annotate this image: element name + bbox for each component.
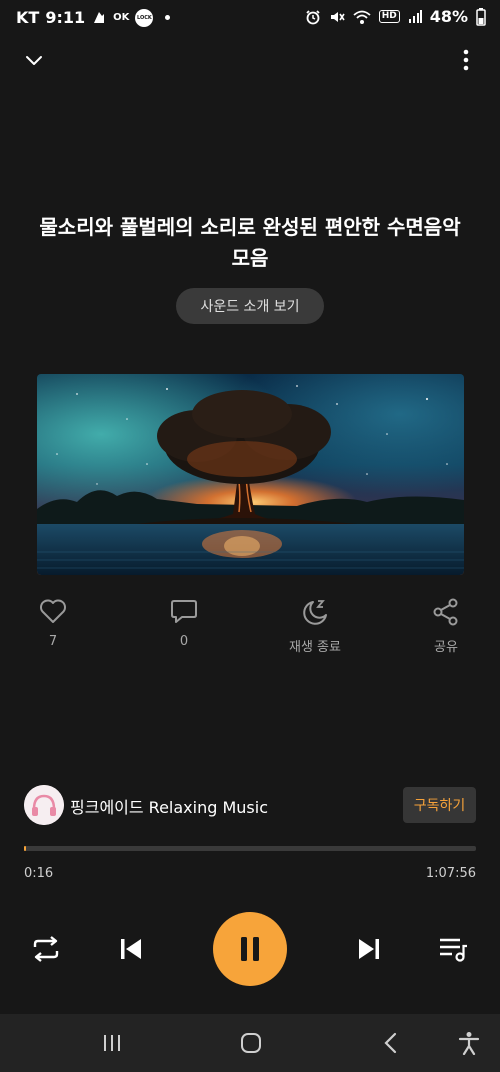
- like-button[interactable]: 7: [13, 598, 93, 649]
- album-artwork: [37, 374, 464, 575]
- collapse-button[interactable]: [18, 44, 50, 76]
- more-notifications-dot: [165, 15, 171, 20]
- alarm-icon: [306, 9, 320, 24]
- clock: 9:11: [45, 8, 86, 27]
- sleep-timer-button[interactable]: 재생 종료: [275, 598, 355, 655]
- pause-icon: [241, 937, 259, 961]
- playback-controls: [0, 912, 500, 986]
- playlist-icon: [440, 938, 467, 962]
- heart-icon: [40, 599, 66, 623]
- notification-app-icon: [94, 11, 105, 23]
- more-vertical-icon: [463, 49, 469, 71]
- subscribe-button[interactable]: 구독하기: [403, 787, 476, 823]
- sleep-timer-icon: [303, 600, 327, 625]
- accessibility-icon: [458, 1032, 480, 1055]
- sound-intro-button[interactable]: 사운드 소개 보기: [176, 288, 324, 324]
- share-button[interactable]: 공유: [406, 598, 486, 655]
- hd-voice-badge: HD: [378, 10, 400, 23]
- seek-bar-fill: [24, 846, 26, 851]
- back-icon: [384, 1032, 397, 1054]
- next-icon: [359, 939, 379, 959]
- status-bar: KT 9:11 OK LOCK HD 48%: [0, 0, 500, 36]
- status-left: KT 9:11 OK LOCK: [16, 8, 171, 27]
- battery-icon: [476, 7, 486, 26]
- lock-badge-icon: LOCK: [135, 8, 154, 27]
- comment-count: 0: [179, 634, 189, 649]
- recent-apps-button[interactable]: [95, 1028, 129, 1058]
- more-options-button[interactable]: [450, 44, 482, 76]
- ok-badge: OK: [113, 12, 130, 23]
- total-time: 1:07:56: [425, 866, 476, 881]
- carrier-label: KT: [16, 8, 40, 27]
- seek-bar[interactable]: [24, 846, 476, 851]
- chevron-down-icon: [26, 56, 42, 65]
- recent-apps-icon: [104, 1035, 120, 1051]
- next-button[interactable]: [351, 931, 387, 967]
- lock-badge-label: LOCK: [136, 14, 152, 21]
- tree-night-sky-image: [37, 374, 464, 575]
- comment-button[interactable]: 0: [144, 598, 224, 649]
- previous-icon: [121, 939, 141, 959]
- top-bar: [0, 40, 500, 80]
- home-icon: [241, 1033, 261, 1053]
- pause-button[interactable]: [213, 912, 287, 986]
- repeat-icon: [33, 936, 59, 962]
- system-navigation-bar: [0, 1014, 500, 1072]
- channel-name[interactable]: 핑크에이드 Relaxing Music: [70, 794, 268, 818]
- current-time: 0:16: [24, 866, 54, 881]
- track-title: 물소리와 풀벌레의 소리로 완성된 편안한 수면음악 모음: [39, 215, 461, 270]
- action-row: 7 0 재생 종료 공유: [0, 598, 500, 668]
- share-label: 공유: [434, 640, 458, 655]
- share-icon: [433, 598, 458, 626]
- channel-row: 핑크에이드 Relaxing Music 구독하기: [24, 785, 476, 825]
- like-count: 7: [48, 634, 58, 649]
- signal-icon: [408, 9, 422, 23]
- battery-percent: 48%: [429, 7, 468, 26]
- mute-icon: [330, 11, 345, 22]
- headphones-logo-icon: [24, 785, 64, 825]
- channel-avatar[interactable]: [24, 785, 64, 825]
- accessibility-button[interactable]: [452, 1028, 486, 1058]
- sleep-timer-label: 재생 종료: [289, 640, 341, 655]
- playlist-button[interactable]: [435, 931, 471, 967]
- previous-button[interactable]: [113, 931, 149, 967]
- wifi-icon: [353, 10, 371, 24]
- back-button[interactable]: [374, 1028, 408, 1058]
- repeat-button[interactable]: [28, 931, 64, 967]
- home-button[interactable]: [234, 1028, 268, 1058]
- comment-icon: [171, 600, 197, 623]
- status-right: HD 48%: [305, 7, 486, 26]
